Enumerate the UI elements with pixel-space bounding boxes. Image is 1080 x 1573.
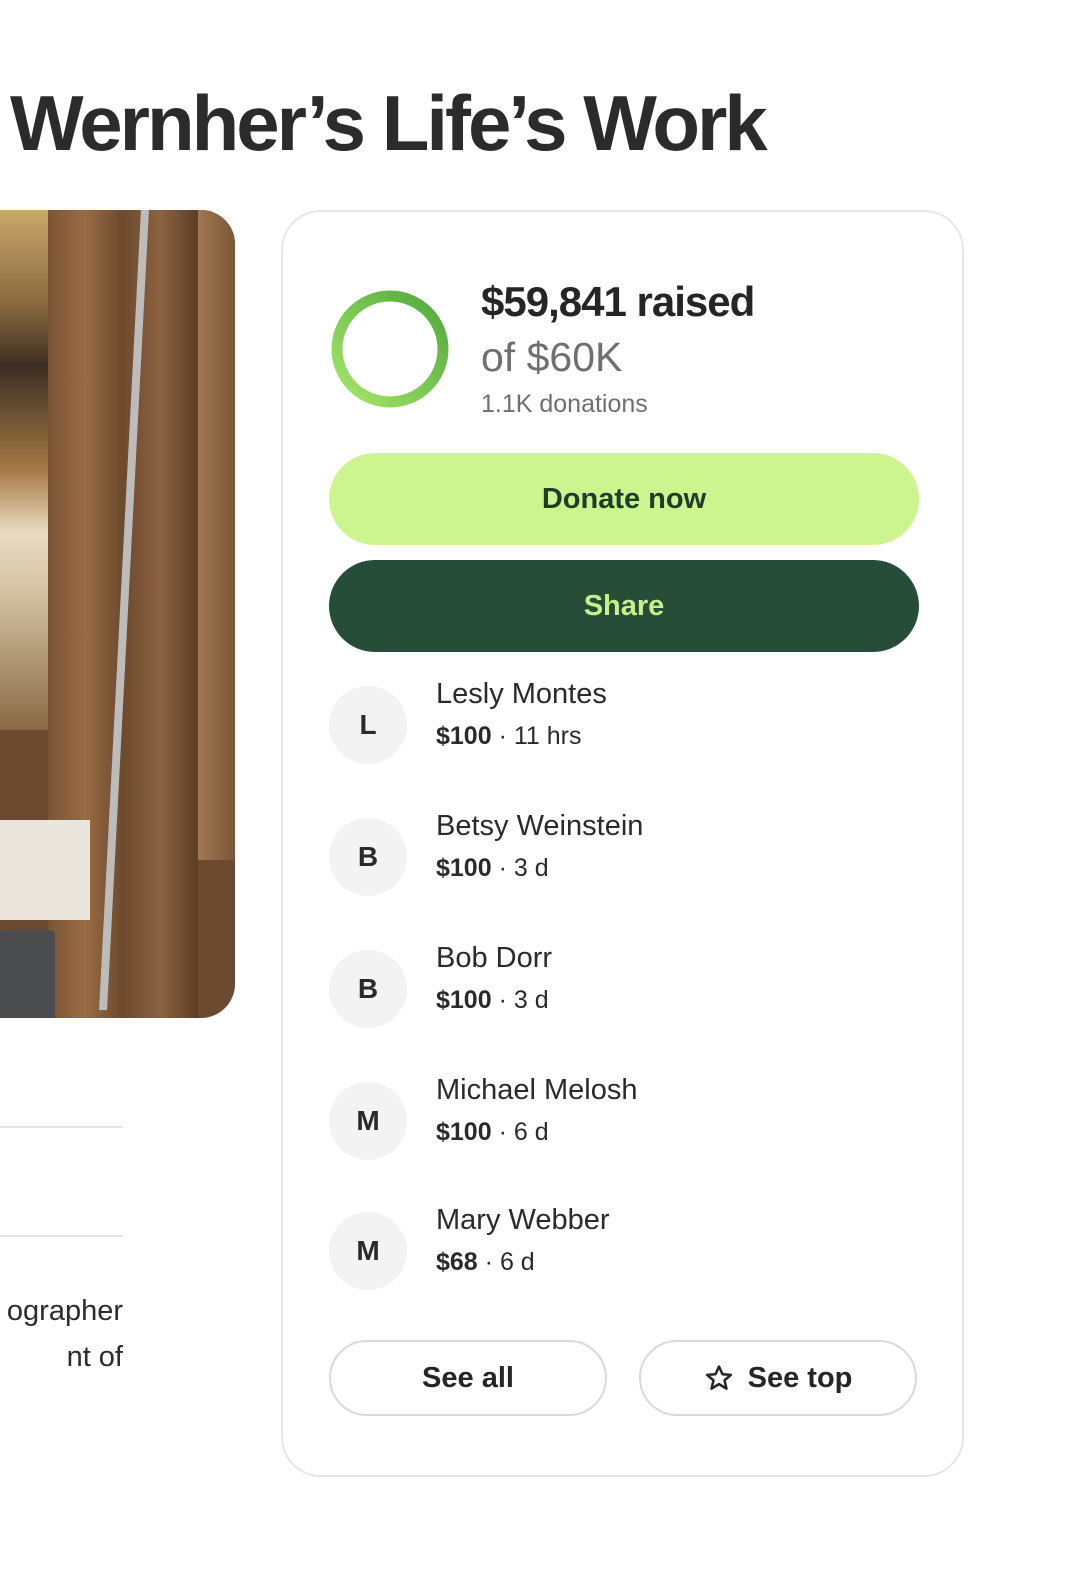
photo-beam-right [198,210,235,860]
donate-now-button[interactable]: Donate now [329,453,919,545]
avatar: B [329,818,407,896]
see-all-label: See all [422,1361,514,1394]
see-top-label: See top [747,1361,853,1394]
donation-count: 1.1K donations [481,390,648,418]
avatar: M [329,1082,407,1160]
donor-name: Bob Dorr [436,942,553,974]
avatar: M [329,1212,407,1290]
share-button[interactable]: Share [329,560,919,652]
section-divider [0,1126,123,1128]
progress-ring [331,290,449,408]
donation-card: $59,841 raised of $60K 1.1K donations Do… [281,210,964,1477]
donor-time: 3 d [513,986,549,1014]
donor-meta: $100 · 6 d [436,1118,549,1146]
donor-item: M Michael Melosh $100 · 6 d [329,1074,919,1172]
photo-carousel[interactable] [0,210,235,1018]
donor-amount: $100 [436,986,492,1014]
page-title: Wernher’s Life’s Work [10,79,768,167]
section-divider [0,1235,123,1237]
donor-amount: $68 [436,1248,478,1276]
progress-arc [331,290,449,408]
donor-meta: $100 · 11 hrs [436,722,582,750]
photo-table [0,820,90,920]
donor-name: Michael Melosh [436,1074,638,1106]
donor-amount: $100 [436,1118,492,1146]
avatar: L [329,686,407,764]
donor-name: Mary Webber [436,1204,610,1236]
donor-name: Betsy Weinstein [436,810,644,842]
avatar: B [329,950,407,1028]
donor-meta: $100 · 3 d [436,986,549,1014]
fundraiser-page: Wernher’s Life’s Work ographer nt of $59… [0,0,1080,1573]
donor-time: 6 d [513,1118,549,1146]
donor-amount: $100 [436,722,492,750]
story-line: nt of [66,1341,123,1373]
donor-item: B Bob Dorr $100 · 3 d [329,942,919,1040]
donor-meta: $100 · 3 d [436,854,549,882]
story-text: ographer nt of [0,1288,132,1380]
story-line: ographer [6,1295,123,1327]
donor-item: L Lesly Montes $100 · 11 hrs [329,678,919,776]
donor-name: Lesly Montes [436,678,607,710]
photo-chair [0,930,55,1018]
star-icon [704,1363,734,1393]
donor-time: 3 d [513,854,549,882]
see-top-button[interactable]: See top [639,1340,917,1416]
donor-meta: $68 · 6 d [436,1248,535,1276]
goal-amount: of $60K [481,334,623,380]
donor-item: B Betsy Weinstein $100 · 3 d [329,810,919,908]
amount-raised: $59,841 raised [481,278,755,325]
donor-amount: $100 [436,854,492,882]
donor-time: 11 hrs [513,722,582,750]
see-all-button[interactable]: See all [329,1340,607,1416]
donor-item: M Mary Webber $68 · 6 d [329,1204,919,1302]
donor-time: 6 d [499,1248,535,1276]
